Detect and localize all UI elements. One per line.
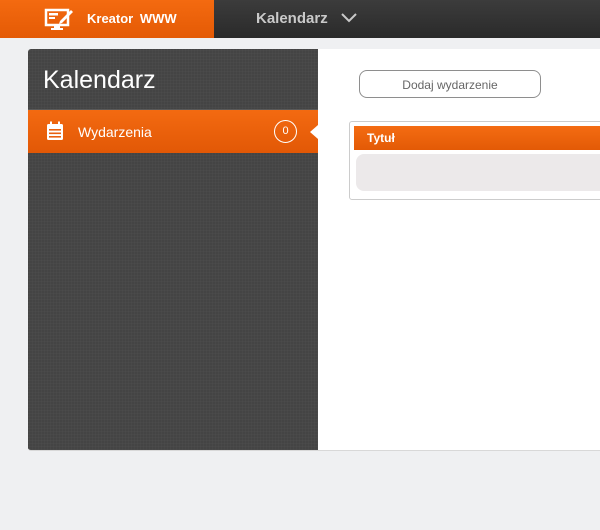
table-header: Tytuł: [354, 126, 600, 150]
events-table: Tytuł: [349, 121, 600, 200]
sidebar-item-label: Wydarzenia: [78, 124, 152, 140]
chevron-down-icon[interactable]: [340, 12, 358, 24]
sidebar-title: Kalendarz: [43, 66, 156, 94]
sidebar-item-wydarzenia[interactable]: Wydarzenia 0: [28, 110, 318, 153]
active-pointer: [310, 125, 318, 139]
monitor-edit-icon: [44, 8, 73, 30]
nav-title[interactable]: Kalendarz: [256, 10, 328, 27]
content-panel: Kalendarz Wydarzenia 0 Dodaj wydarzenie …: [28, 49, 600, 451]
count-badge: 0: [274, 120, 297, 143]
column-header-title[interactable]: Tytuł: [367, 131, 395, 145]
brand-label: Kreator WWW: [87, 11, 177, 26]
add-event-button[interactable]: Dodaj wydarzenie: [359, 70, 541, 98]
table-empty-row: [356, 154, 600, 191]
brand-link[interactable]: Kreator WWW: [0, 0, 214, 38]
sidebar: Kalendarz Wydarzenia 0: [28, 49, 318, 450]
calendar-icon: [47, 121, 63, 140]
top-bar: Kreator WWW Kalendarz: [0, 0, 600, 38]
